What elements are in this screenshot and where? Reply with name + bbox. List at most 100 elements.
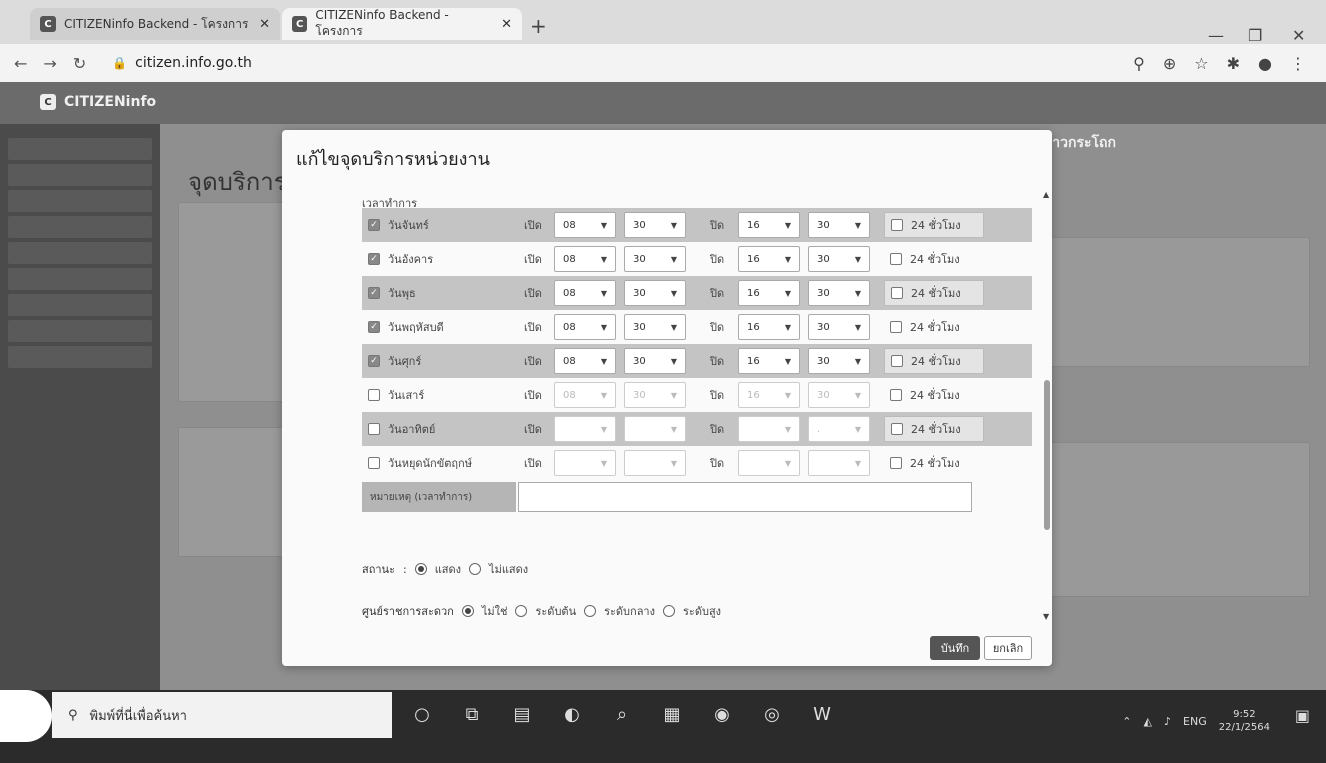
h24-option[interactable]: 24 ชั่วโมง [884, 382, 984, 408]
close-minute-select[interactable]: 30 ▼ [808, 280, 870, 306]
h24-checkbox[interactable] [890, 253, 902, 265]
menu-icon[interactable]: ⋮ [1290, 54, 1306, 73]
day-checkbox[interactable] [368, 457, 380, 469]
modal-scrollbar[interactable]: ▲ ▼ [1042, 190, 1052, 621]
scroll-down-icon[interactable]: ▼ [1043, 612, 1049, 621]
close-tab-icon[interactable]: ✕ [501, 17, 512, 32]
close-minute-select[interactable]: ▼ [808, 450, 870, 476]
close-minute-select[interactable]: . ▼ [808, 416, 870, 442]
location-icon[interactable]: ⚲ [1133, 54, 1145, 73]
zoom-icon[interactable]: ⊕ [1163, 54, 1176, 73]
open-hour-select[interactable]: 08 ▼ [554, 314, 616, 340]
cancel-button[interactable]: ยกเลิก [984, 636, 1032, 660]
taskbar-search[interactable]: ⚲ พิมพ์ที่นี่เพื่อค้นหา [52, 692, 392, 738]
back-icon[interactable]: ← [14, 54, 27, 73]
h24-option[interactable]: 24 ชั่วโมง [884, 246, 984, 272]
line-icon[interactable]: ◉ [710, 702, 734, 726]
forward-icon[interactable]: → [43, 54, 56, 73]
file-explorer-icon[interactable]: ▤ [510, 702, 534, 726]
h24-option[interactable]: 24 ชั่วโมง [884, 314, 984, 340]
note-input[interactable] [518, 482, 972, 512]
h24-checkbox[interactable] [891, 423, 903, 435]
open-minute-select[interactable]: 30 ▼ [624, 280, 686, 306]
sidebar-item[interactable] [8, 242, 152, 264]
close-window-icon[interactable]: ✕ [1292, 26, 1305, 45]
open-minute-select[interactable]: 30 ▼ [624, 314, 686, 340]
volume-icon[interactable]: ♪ [1164, 715, 1171, 728]
close-hour-select[interactable]: 16 ▼ [738, 348, 800, 374]
close-minute-select[interactable]: 30 ▼ [808, 246, 870, 272]
day-checkbox[interactable]: ✓ [368, 253, 380, 265]
open-hour-select[interactable]: 08 ▼ [554, 348, 616, 374]
chrome-icon[interactable]: ◎ [760, 702, 784, 726]
open-minute-select[interactable]: ▼ [624, 450, 686, 476]
word-icon[interactable]: W [810, 702, 834, 726]
day-checkbox[interactable] [368, 389, 380, 401]
profile-icon[interactable]: ● [1258, 54, 1272, 73]
open-minute-select[interactable]: ▼ [624, 416, 686, 442]
start-button[interactable] [0, 690, 52, 742]
calculator-icon[interactable]: ▦ [660, 702, 684, 726]
h24-option[interactable]: 24 ชั่วโมง [884, 280, 984, 306]
sidebar-item[interactable] [8, 346, 152, 368]
h24-option[interactable]: 24 ชั่วโมง [884, 348, 984, 374]
network-icon[interactable]: ◭ [1144, 715, 1152, 728]
save-button[interactable]: บันทึก [930, 636, 980, 660]
open-minute-select[interactable]: 30 ▼ [624, 348, 686, 374]
sidebar-item[interactable] [8, 320, 152, 342]
language-indicator[interactable]: ENG [1183, 715, 1207, 728]
close-minute-select[interactable]: 30 ▼ [808, 382, 870, 408]
h24-option[interactable]: 24 ชั่วโมง [884, 416, 984, 442]
sidebar-item[interactable] [8, 216, 152, 238]
center-basic-radio[interactable] [515, 605, 528, 617]
close-hour-select[interactable]: 16 ▼ [738, 246, 800, 272]
tray-up-icon[interactable]: ⌃ [1122, 715, 1131, 728]
reload-icon[interactable]: ↻ [73, 54, 86, 73]
sidebar-item[interactable] [8, 164, 152, 186]
h24-option[interactable]: 24 ชั่วโมง [884, 450, 984, 476]
close-hour-select[interactable]: ▼ [738, 416, 800, 442]
app-logo[interactable]: C CITIZENinfo [40, 94, 156, 110]
day-checkbox[interactable] [368, 423, 380, 435]
h24-checkbox[interactable] [891, 355, 903, 367]
sidebar-item[interactable] [8, 268, 152, 290]
open-hour-select[interactable]: ▼ [554, 450, 616, 476]
close-hour-select[interactable]: ▼ [738, 450, 800, 476]
h24-checkbox[interactable] [890, 457, 902, 469]
star-icon[interactable]: ☆ [1194, 54, 1208, 73]
open-hour-select[interactable]: 08 ▼ [554, 246, 616, 272]
close-hour-select[interactable]: 16 ▼ [738, 280, 800, 306]
sidebar-item[interactable] [8, 138, 152, 160]
center-high-radio[interactable] [663, 605, 675, 617]
open-hour-select[interactable]: ▼ [554, 416, 616, 442]
sidebar-item[interactable] [8, 190, 152, 212]
status-show-radio[interactable] [414, 563, 427, 575]
day-checkbox[interactable]: ✓ [368, 355, 380, 367]
close-hour-select[interactable]: 16 ▼ [738, 212, 800, 238]
search-app-icon[interactable]: ⌕ [610, 702, 634, 726]
open-minute-select[interactable]: 30 ▼ [624, 212, 686, 238]
close-hour-select[interactable]: 16 ▼ [738, 314, 800, 340]
close-hour-select[interactable]: 16 ▼ [738, 382, 800, 408]
h24-checkbox[interactable] [890, 321, 902, 333]
open-hour-select[interactable]: 08 ▼ [554, 212, 616, 238]
h24-option[interactable]: 24 ชั่วโมง [884, 212, 984, 238]
close-minute-select[interactable]: 30 ▼ [808, 212, 870, 238]
browser-tab[interactable]: C CITIZENinfo Backend - โครงการ ✕ [30, 8, 280, 40]
close-tab-icon[interactable]: ✕ [259, 17, 270, 32]
open-minute-select[interactable]: 30 ▼ [624, 382, 686, 408]
center-no-radio[interactable] [461, 605, 474, 617]
day-checkbox[interactable]: ✓ [368, 287, 380, 299]
scroll-thumb[interactable] [1044, 380, 1050, 530]
h24-checkbox[interactable] [890, 389, 902, 401]
center-mid-radio[interactable] [584, 605, 597, 617]
url-field[interactable]: 🔒 citizen.info.go.th [112, 55, 252, 71]
scroll-up-icon[interactable]: ▲ [1043, 190, 1049, 199]
clock[interactable]: 9:52 22/1/2564 [1219, 708, 1270, 734]
close-minute-select[interactable]: 30 ▼ [808, 314, 870, 340]
status-hide-radio[interactable] [469, 563, 482, 575]
edge-icon[interactable]: ◐ [560, 702, 584, 726]
maximize-icon[interactable]: ❐ [1248, 26, 1262, 45]
open-hour-select[interactable]: 08 ▼ [554, 382, 616, 408]
cortana-icon[interactable]: ○ [410, 702, 434, 726]
